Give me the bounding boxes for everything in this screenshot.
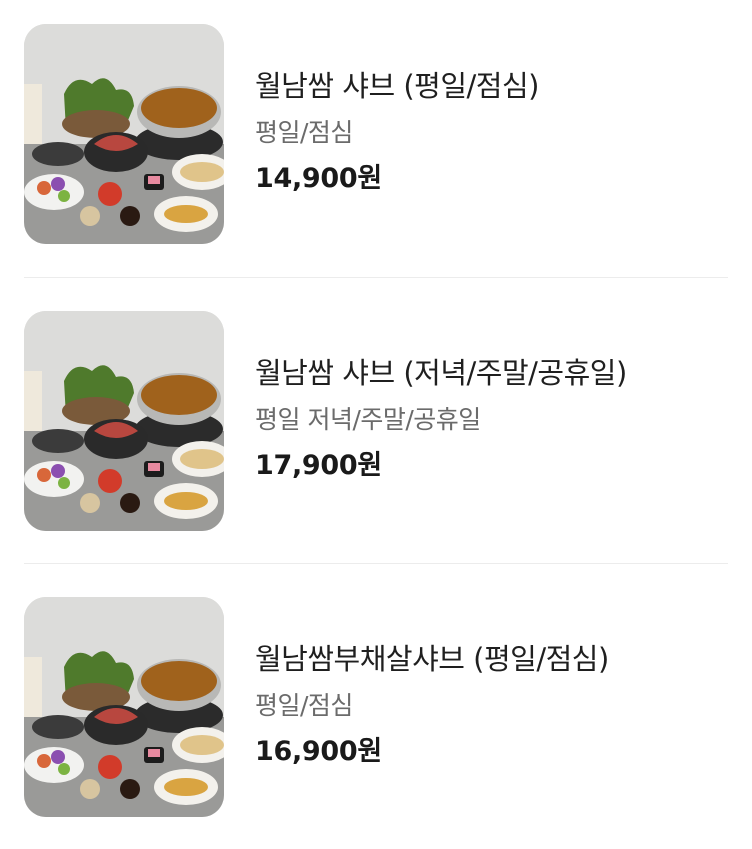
menu-item-photo	[24, 24, 224, 244]
menu-item-info: 월남쌈부채살샤브 (평일/점심) 평일/점심 16,900원	[255, 639, 728, 769]
menu-item-photo	[24, 597, 224, 817]
menu-item[interactable]: 월남쌈 샤브 (평일/점심) 평일/점심 14,900원	[24, 0, 728, 277]
menu-item[interactable]: 월남쌈 샤브 (저녁/주말/공휴일) 평일 저녁/주말/공휴일 17,900원	[24, 277, 728, 563]
menu-item-price: 16,900원	[255, 736, 382, 767]
menu-item-name: 월남쌈 샤브 (평일/점심)	[255, 69, 539, 103]
menu-item-info: 월남쌈 샤브 (평일/점심) 평일/점심 14,900원	[255, 66, 728, 196]
menu-item-description: 평일 저녁/주말/공휴일	[255, 405, 481, 434]
menu-item-price: 14,900원	[255, 163, 382, 194]
menu-item-name: 월남쌈 샤브 (저녁/주말/공휴일)	[255, 356, 627, 390]
menu-item-price: 17,900원	[255, 450, 382, 481]
menu-item[interactable]: 월남쌈부채살샤브 (평일/점심) 평일/점심 16,900원	[24, 563, 728, 849]
menu-item-name: 월남쌈부채살샤브 (평일/점심)	[255, 642, 609, 676]
menu-item-description: 평일/점심	[255, 691, 353, 720]
menu-item-description: 평일/점심	[255, 118, 353, 147]
menu-item-info: 월남쌈 샤브 (저녁/주말/공휴일) 평일 저녁/주말/공휴일 17,900원	[255, 353, 728, 483]
menu-item-photo	[24, 311, 224, 531]
menu-list: 월남쌈 샤브 (평일/점심) 평일/점심 14,900원 월남쌈 샤브 (저녁/…	[24, 0, 728, 849]
